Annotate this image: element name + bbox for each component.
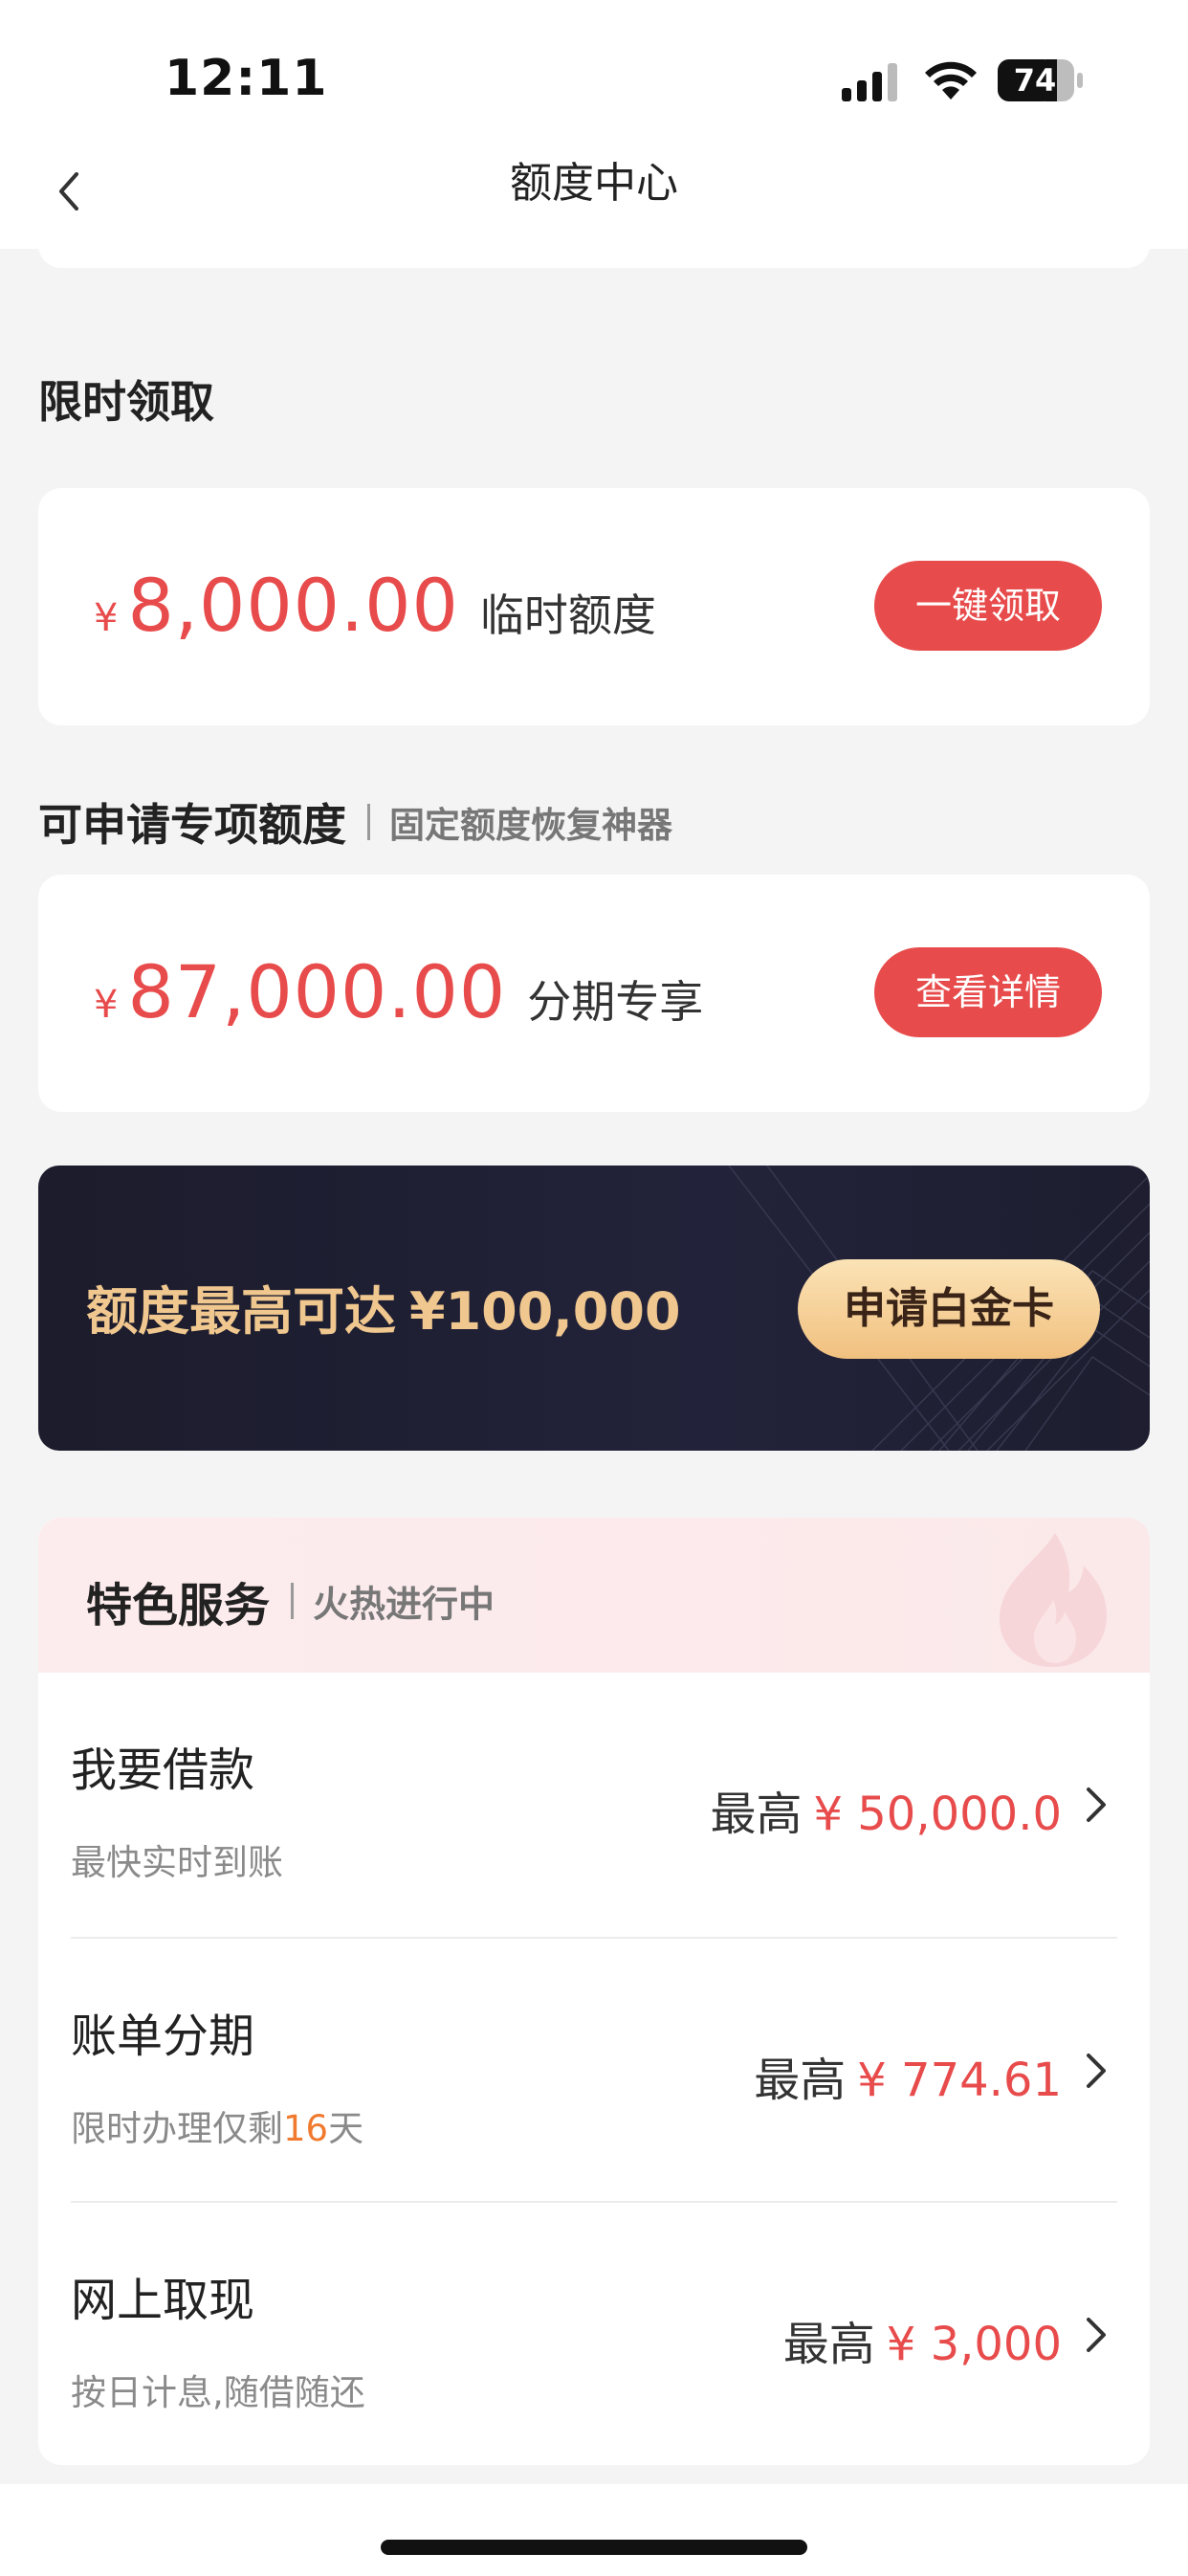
services-subtitle: 火热进行中 xyxy=(313,1583,495,1626)
service-amount: 最高 ¥ 50,000.0 xyxy=(710,1776,1062,1843)
banner-amount: 100,000 xyxy=(445,1281,681,1342)
special-quota-amount: ¥ 87,000.00 分期专享 xyxy=(94,949,703,1035)
currency-symbol: ¥ xyxy=(94,983,119,1027)
section-title-text: 可申请专项额度 xyxy=(38,799,346,851)
desc-text: 限时办理仅剩 xyxy=(71,2108,283,2149)
signal-icon xyxy=(842,63,897,101)
platinum-card-banner[interactable]: 额度最高可达 ¥100,000 申请白金卡 xyxy=(38,1166,1150,1451)
desc-suffix: 天 xyxy=(328,2108,364,2149)
currency-symbol: ¥ xyxy=(94,596,119,640)
nav-bar: 额度中心 xyxy=(0,153,1188,249)
chevron-right-icon xyxy=(1087,2054,1106,2088)
service-name: 网上取现 xyxy=(71,2274,255,2327)
amount-value: ¥ 3,000 xyxy=(886,2318,1062,2371)
flame-icon xyxy=(1000,1533,1107,1667)
days-remaining: 16 xyxy=(283,2108,329,2149)
status-time: 12:11 xyxy=(165,50,328,107)
battery-icon: 74 xyxy=(998,59,1084,101)
section-title-special: 可申请专项额度 固定额度恢复神器 xyxy=(38,790,672,854)
service-desc: 按日计息,随借随还 xyxy=(71,2372,365,2413)
amount-value: ¥ 774.61 xyxy=(857,2054,1062,2107)
page: 12:11 74 额度中心 限时领取 ¥ 8,000.00 临时额度 一键领取 … xyxy=(0,0,1188,2576)
chevron-right-icon xyxy=(1087,2318,1106,2352)
service-row-installment[interactable]: 账单分期 限时办理仅剩16天 最高 ¥ 774.61 xyxy=(71,1937,1117,2201)
wifi-icon xyxy=(925,61,977,100)
amount-value: 8,000.00 xyxy=(127,563,459,648)
amount-label: 临时额度 xyxy=(479,589,656,641)
previous-card-edge xyxy=(38,239,1150,268)
banner-text: 额度最高可达 ¥100,000 xyxy=(86,1269,681,1344)
section-subtitle: 固定额度恢复神器 xyxy=(389,805,672,846)
service-amount: 最高 ¥ 774.61 xyxy=(754,2042,1062,2109)
special-quota-card: ¥ 87,000.00 分期专享 查看详情 xyxy=(38,875,1150,1112)
amount-value: ¥ 50,000.0 xyxy=(813,1788,1062,1841)
page-title-text: 额度中心 xyxy=(510,159,678,208)
claim-button[interactable]: 一键领取 xyxy=(874,561,1102,651)
amount-prefix: 最高 xyxy=(754,2054,847,2107)
amount-prefix: 最高 xyxy=(710,1788,803,1841)
service-name: 账单分期 xyxy=(71,2010,255,2063)
service-desc: 限时办理仅剩16天 xyxy=(71,2099,363,2151)
temp-quota-amount: ¥ 8,000.00 临时额度 xyxy=(94,563,656,649)
home-indicator[interactable] xyxy=(381,2540,807,2555)
view-details-button[interactable]: 查看详情 xyxy=(874,947,1102,1037)
service-name: 我要借款 xyxy=(71,1743,255,1797)
service-desc: 最快实时到账 xyxy=(71,1842,283,1883)
page-title: 额度中心 xyxy=(0,153,1188,249)
services-title-text: 特色服务 xyxy=(86,1579,271,1632)
section-title-limited: 限时领取 xyxy=(38,376,214,428)
amount-prefix: 最高 xyxy=(782,2318,875,2371)
title-divider xyxy=(291,1583,295,1619)
status-bar: 12:11 74 xyxy=(0,0,1188,153)
service-row-cash-withdrawal[interactable]: 网上取现 按日计息,随借随还 最高 ¥ 3,000 xyxy=(71,2201,1117,2465)
banner-label: 额度最高可达 xyxy=(86,1281,396,1342)
services-title: 特色服务 火热进行中 xyxy=(86,1567,495,1634)
services-header: 特色服务 火热进行中 xyxy=(38,1518,1150,1673)
apply-platinum-button[interactable]: 申请白金卡 xyxy=(798,1259,1100,1359)
chevron-right-icon xyxy=(1087,1788,1106,1822)
title-divider xyxy=(367,804,370,840)
battery-level: 74 xyxy=(1013,62,1057,99)
amount-value: 87,000.00 xyxy=(127,949,507,1034)
temp-quota-card: ¥ 8,000.00 临时额度 一键领取 xyxy=(38,488,1150,725)
banner-currency: ¥ xyxy=(409,1281,446,1342)
featured-services-card: 特色服务 火热进行中 我要借款 最快实时到账 最高 ¥ 50,000.0 账单分期 … xyxy=(38,1518,1150,2465)
bottom-bar xyxy=(0,2484,1188,2576)
amount-label: 分期专享 xyxy=(527,976,704,1028)
service-row-loan[interactable]: 我要借款 最快实时到账 最高 ¥ 50,000.0 xyxy=(71,1673,1117,1937)
service-amount: 最高 ¥ 3,000 xyxy=(783,2306,1062,2373)
